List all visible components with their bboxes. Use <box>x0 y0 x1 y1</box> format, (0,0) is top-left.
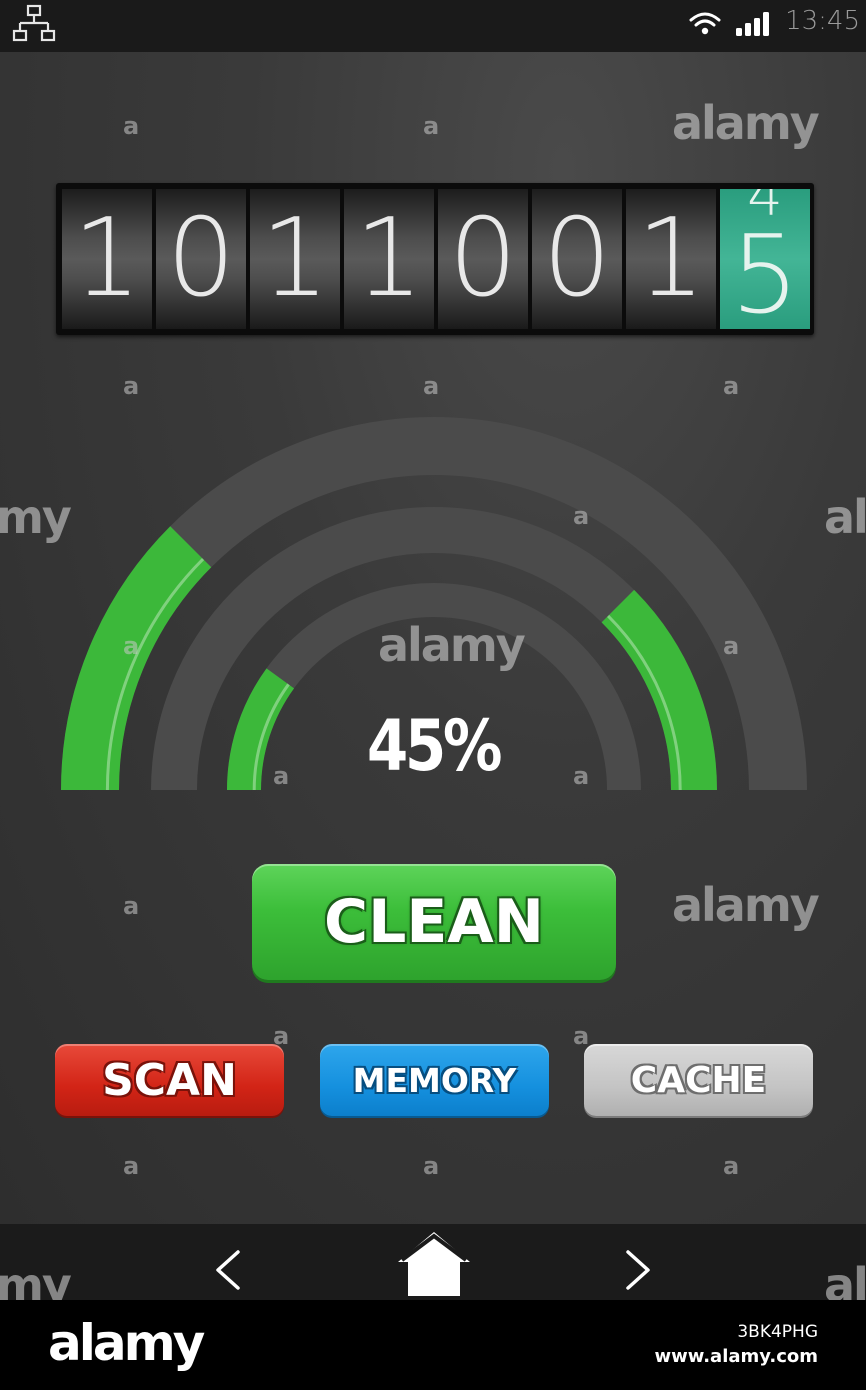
navigation-bar: my ala <box>0 1224 866 1312</box>
counter-digit: 0 <box>438 189 528 329</box>
image-id: 3BK4PHG <box>737 1322 818 1342</box>
forward-icon[interactable] <box>618 1248 658 1292</box>
memory-button[interactable]: MEMORY <box>320 1044 549 1116</box>
watermark-letter: a <box>723 1152 740 1180</box>
network-icon <box>12 4 56 42</box>
watermark-letter: a <box>123 1152 140 1180</box>
watermark-letter: a <box>123 892 140 920</box>
watermark-footer: alamy 3BK4PHG www.alamy.com <box>0 1300 866 1390</box>
counter-digit: 1 <box>62 189 152 329</box>
watermark-logo: alamy <box>672 96 820 150</box>
watermark-letter: a <box>573 1022 590 1050</box>
clean-button[interactable]: CLEAN <box>252 864 616 980</box>
watermark-letter: a <box>423 112 440 140</box>
counter-digit: 0 <box>532 189 622 329</box>
watermark-logo: alamy <box>378 618 526 672</box>
odometer-counter: 1 0 1 1 0 0 1 4 5 <box>56 183 814 335</box>
counter-digit-rolling: 4 5 <box>720 189 810 329</box>
signal-icon <box>736 12 769 36</box>
home-icon[interactable] <box>396 1228 472 1298</box>
watermark-letter: a <box>123 372 140 400</box>
footer-logo: alamy <box>48 1314 205 1372</box>
back-icon[interactable] <box>208 1248 248 1292</box>
usage-percent: 45% <box>366 705 503 787</box>
status-bar: 13:45 <box>0 0 866 52</box>
cache-button[interactable]: CACHE <box>584 1044 813 1116</box>
wifi-icon <box>689 12 721 35</box>
watermark-letter: a <box>273 762 290 790</box>
watermark-letter: a <box>723 632 740 660</box>
watermark-letter: a <box>423 372 440 400</box>
watermark-letter: a <box>123 112 140 140</box>
counter-digit: 1 <box>626 189 716 329</box>
watermark-letter: a <box>723 372 740 400</box>
watermark-letter: a <box>273 1022 290 1050</box>
status-time: 13:45 <box>785 6 860 36</box>
watermark-letter: a <box>573 762 590 790</box>
scan-button[interactable]: SCAN <box>55 1044 284 1116</box>
counter-digit: 0 <box>156 189 246 329</box>
watermark-logo: alamy <box>672 878 820 932</box>
watermark-letter: a <box>573 502 590 530</box>
footer-url: www.alamy.com <box>654 1346 818 1367</box>
counter-digit-current: 5 <box>730 213 800 329</box>
watermark-letter: a <box>423 1152 440 1180</box>
watermark-letter: a <box>123 632 140 660</box>
counter-digit: 1 <box>344 189 434 329</box>
watermark-fragment: my <box>0 490 72 544</box>
counter-digit: 1 <box>250 189 340 329</box>
watermark-fragment: ala <box>824 490 866 544</box>
